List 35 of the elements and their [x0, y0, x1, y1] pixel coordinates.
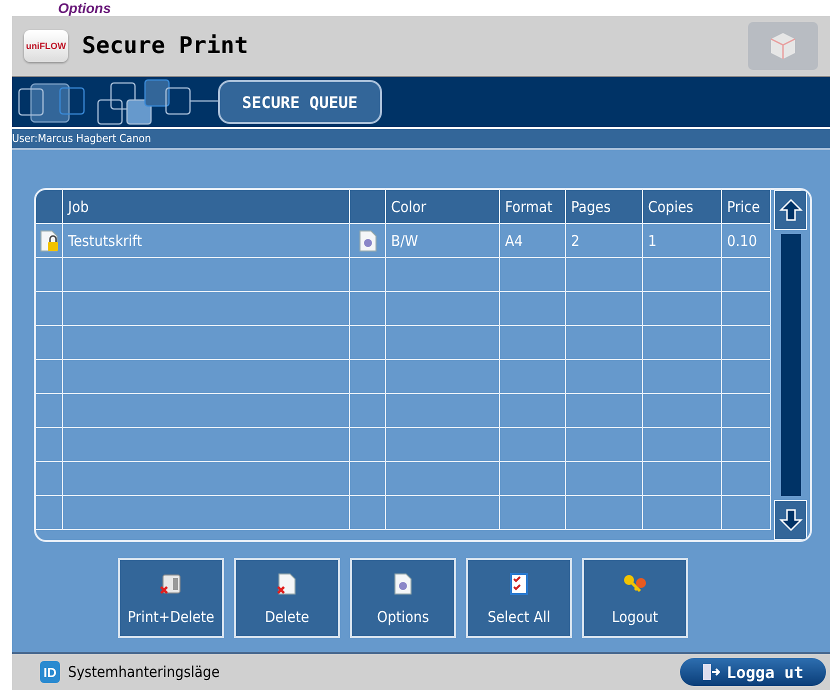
mode-label: Systemhanteringsläge	[68, 663, 220, 681]
delete-button[interactable]: Delete	[234, 558, 340, 638]
table-cell: 2	[566, 224, 643, 258]
exit-door-icon	[702, 663, 720, 681]
up-arrow-icon	[778, 198, 802, 222]
header-cell: Pages	[566, 190, 643, 224]
sign-out-pill-button[interactable]: Logga ut	[680, 658, 826, 686]
table-cell: A4	[500, 224, 566, 258]
document-icon	[277, 572, 297, 594]
document-heading: Options	[57, 0, 112, 16]
user-label: User:Marcus Hagbert Canon	[12, 132, 151, 145]
select-all-button[interactable]: Select All	[466, 558, 572, 638]
scroll-track[interactable]	[780, 234, 800, 496]
printer-delete-icon	[159, 572, 183, 596]
cube-icon	[770, 32, 796, 60]
table-cell: B/W	[386, 224, 500, 258]
app-title: Secure Print	[82, 33, 248, 59]
table-cell: 1	[643, 224, 722, 258]
scroll-up-button[interactable]	[774, 190, 807, 230]
down-arrow-icon	[778, 508, 802, 532]
header-cell: Job	[63, 190, 350, 224]
logout-button[interactable]: Logout	[582, 558, 688, 638]
header-cell: Format	[500, 190, 566, 224]
checklist-icon	[510, 572, 528, 594]
uniflow-logo: uniFLOW	[24, 30, 68, 62]
key-icon	[622, 572, 648, 594]
table-cell: 0.10	[722, 224, 771, 258]
header-cell: Copies	[643, 190, 722, 224]
id-badge: ID	[40, 661, 60, 683]
header-cell: Color	[386, 190, 500, 224]
locked-document-icon	[39, 230, 59, 252]
options-button[interactable]: Options	[350, 558, 456, 638]
header-cell: Price	[722, 190, 771, 224]
print-delete-button[interactable]: Print+Delete	[118, 558, 224, 638]
scroll-down-button[interactable]	[774, 500, 807, 540]
